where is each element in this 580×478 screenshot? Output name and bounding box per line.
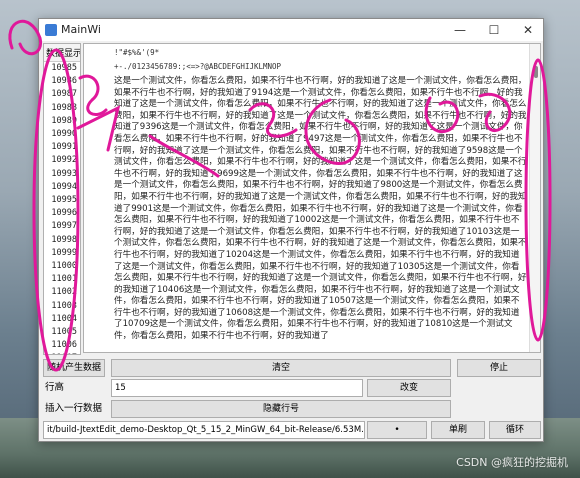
line-number: 10989 [51,115,77,126]
row-height-input[interactable]: 15 [111,379,363,397]
line-number: 10988 [51,102,77,113]
annotation-mark-1 [8,19,43,56]
row-random: 随机产生数据 清空 停止 [43,359,541,377]
watermark: CSDN @疯狂的挖掘机 [456,456,568,469]
close-button[interactable]: ✕ [511,19,545,41]
editor-head-line-1: !"#$%&'(9* [114,48,160,57]
row-height-label: 行高 [45,382,65,393]
random-data-button[interactable]: 随机产生数据 [43,359,105,377]
main-window: MainWi — ☐ ✕ 数据显示 10985 10986 10987 10988 10… [38,18,544,442]
line-number: 10998 [51,234,77,245]
line-number: 10995 [51,195,77,206]
line-number: 10990 [51,129,77,140]
text-editor[interactable]: !"#$%&'(9* +-./0123456789:;<=>?@ABCDEFGH… [83,43,541,353]
row-insert: 插入一行数据 隐藏行号 [43,400,539,418]
insert-row-label: 插入一行数据 [45,403,103,414]
hide-line-number-button[interactable]: 隐藏行号 [111,400,451,418]
clear-button[interactable]: 清空 [111,359,451,377]
app-icon [45,24,57,36]
line-number: 10993 [51,168,77,179]
scrollbar-thumb[interactable] [534,66,538,78]
line-number: 10987 [51,89,77,100]
line-number: 10999 [51,247,77,258]
window-title: MainWi [61,23,101,36]
line-number: 11003 [51,300,77,311]
loop-button[interactable]: 循环 [489,421,541,439]
stop-button[interactable]: 停止 [457,359,541,377]
single-button[interactable]: 单刷 [431,421,485,439]
dot-button[interactable]: • [367,421,427,439]
line-number: 11000 [51,261,77,272]
editor-head-line-2: +-./0123456789:;<=>?@ABCDEFGHIJKLMNOP [114,62,282,71]
gutter-lines: 10985 10986 10987 10988 10989 10990 10991 10992… [44,62,80,354]
line-number: 11001 [51,274,77,285]
line-number: 10986 [51,76,77,87]
line-number: 10996 [51,208,77,219]
line-number: 10997 [51,221,77,232]
line-number: 10985 [51,63,77,73]
title-bar: MainWi — ☐ ✕ [39,19,543,41]
vertical-scrollbar[interactable] [529,44,540,352]
line-number: 10994 [51,181,77,192]
line-number-gutter: 数据显示 10985 10986 10987 10988 10989 10990 10991… [43,43,81,355]
line-number: 10992 [51,155,77,166]
editor-body: 这是一个测试文件，你看怎么费阳，如果不行牛也不行啊，好的我知道了这是一个测试文件… [114,76,527,342]
line-number: 11002 [51,287,77,298]
row-height: 行高 15 改变 [43,379,539,397]
line-number: 10991 [51,142,77,153]
gutter-header: 数据显示 [44,44,80,62]
modify-button[interactable]: 改变 [367,379,451,397]
maximize-button[interactable]: ☐ [477,19,511,41]
line-number: 11004 [51,313,77,324]
line-number: 11007 [44,352,80,354]
minimize-button[interactable]: — [443,19,477,41]
line-number: 11005 [51,327,77,338]
line-number: 11006 [51,340,77,351]
file-path-input[interactable]: it/build-JtextEdit_demo-Desktop_Qt_5_15_… [43,421,365,439]
row-path: it/build-JtextEdit_demo-Desktop_Qt_5_15_… [43,421,541,439]
